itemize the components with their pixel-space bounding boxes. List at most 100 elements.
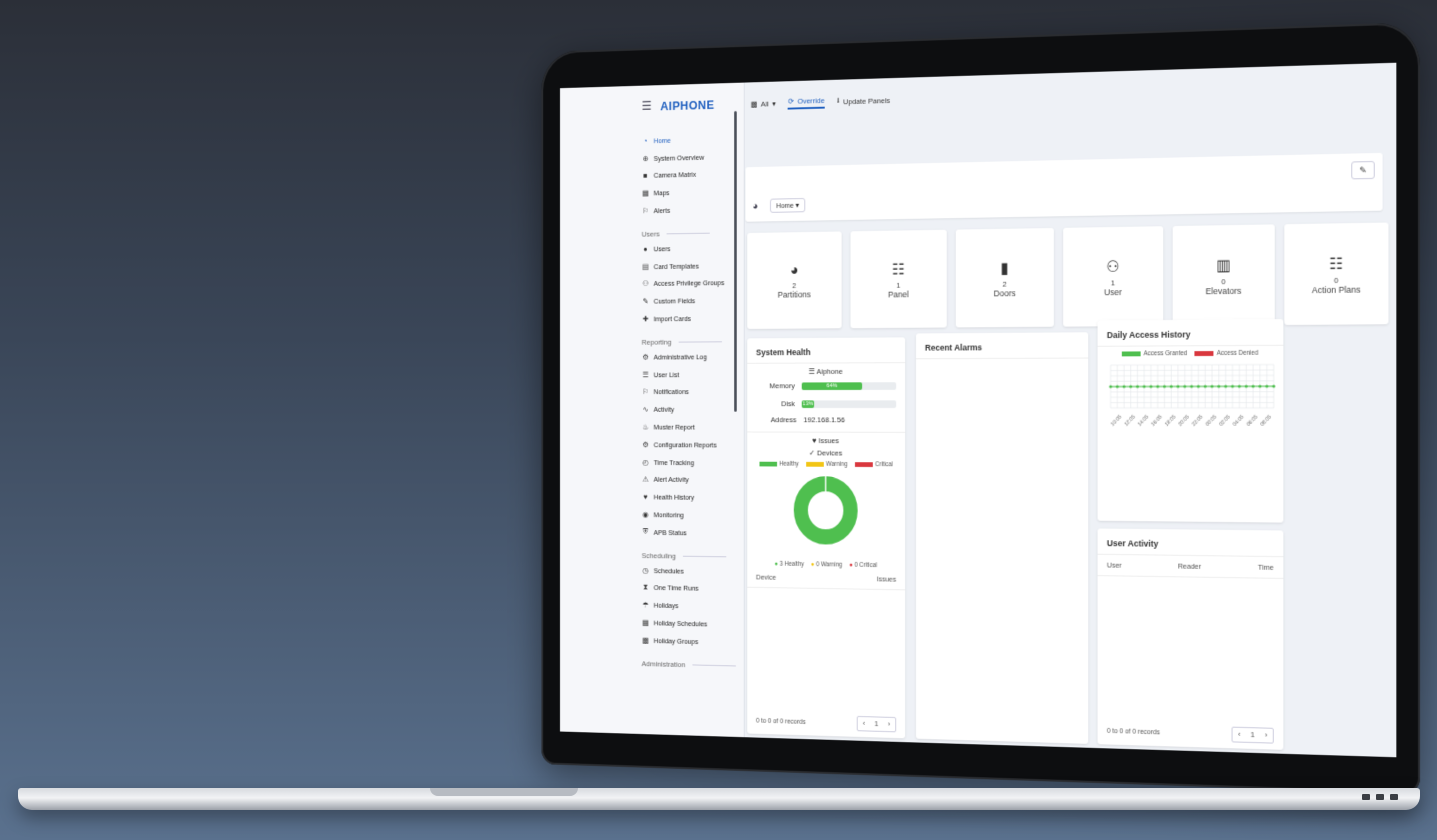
sidebar-item-apb-status[interactable]: ⛨ APB Status — [642, 523, 744, 542]
stat-card-partitions[interactable]: ◕ 2 Partitions — [747, 231, 842, 329]
data-point[interactable] — [1142, 384, 1146, 389]
sidebar-item-users[interactable]: ● Users — [642, 239, 744, 258]
sidebar-item-administrative-log[interactable]: ⚙ Administrative Log — [642, 348, 744, 366]
data-point[interactable] — [1156, 384, 1160, 389]
data-point[interactable] — [1109, 385, 1113, 389]
sidebar-item-monitoring[interactable]: ◉ Monitoring — [642, 506, 744, 525]
sidebar-item-system-overview[interactable]: ⊕ System Overview — [642, 147, 744, 167]
sidebar-item-health-history[interactable]: ♥ Health History — [642, 488, 744, 506]
hamburger-icon[interactable]: ☰ — [642, 98, 652, 113]
page-number[interactable]: 1 — [1246, 728, 1259, 742]
data-point[interactable] — [1237, 384, 1241, 388]
data-point[interactable] — [1176, 384, 1180, 389]
data-point[interactable] — [1230, 384, 1235, 388]
data-point[interactable] — [1203, 384, 1207, 388]
sidebar-item-one-time-runs[interactable]: ⧗ One Time Runs — [642, 579, 744, 598]
sidebar-item-activity[interactable]: ∿ Activity — [642, 401, 744, 419]
data-point[interactable] — [1272, 384, 1276, 388]
devices-row[interactable]: ✓ Devices — [747, 448, 905, 458]
sidebar-item-user-list[interactable]: ☰ User List — [642, 365, 744, 383]
data-point[interactable] — [1217, 384, 1221, 388]
device-table-header: Device Issues — [747, 566, 906, 591]
stat-card-user[interactable]: ⚇ 1 User — [1063, 226, 1164, 327]
data-point[interactable] — [1251, 384, 1255, 388]
data-point[interactable] — [1115, 385, 1119, 389]
stat-value: 1 — [896, 280, 901, 290]
prev-page-button[interactable]: ‹ — [858, 717, 871, 731]
x-tick-label: 12:05 — [1123, 414, 1136, 428]
calendar-icon: ▦ — [642, 618, 649, 628]
sidebar-item-label: Maps — [653, 188, 670, 198]
sidebar-item-camera-matrix[interactable]: ■ Camera Matrix — [642, 165, 744, 185]
next-page-button[interactable]: › — [1259, 728, 1272, 742]
stat-card-panel[interactable]: ☷ 1 Panel — [850, 229, 947, 329]
home-dropdown-label: Home — [776, 201, 794, 210]
sidebar-item-label: Activity — [653, 405, 675, 414]
sidebar-item-alerts[interactable]: ⚐ Alerts — [642, 200, 744, 219]
sidebar-item-label: Holidays — [653, 601, 679, 611]
refresh-icon: ⟳ — [788, 96, 794, 106]
brand: ☰ AIPHONE — [642, 96, 744, 114]
x-tick-label: 04:05 — [1232, 414, 1246, 428]
column-header[interactable]: Time — [1258, 563, 1274, 572]
stat-card-doors[interactable]: ▮ 2 Doors — [955, 227, 1054, 328]
next-page-button[interactable]: › — [883, 718, 896, 732]
umbrella-beach-icon: ☂ — [642, 601, 649, 610]
data-point[interactable] — [1265, 384, 1269, 388]
all-dropdown[interactable]: ▩ All ▾ — [751, 99, 776, 108]
sidebar-item-custom-fields[interactable]: ✎ Custom Fields — [642, 292, 744, 311]
sidebar-item-holiday-groups[interactable]: ▩ Holiday Groups — [642, 631, 744, 651]
data-point[interactable] — [1190, 384, 1194, 389]
sidebar-item-configuration-reports[interactable]: ⚙ Configuration Reports — [642, 436, 744, 454]
prev-page-button[interactable]: ‹ — [1233, 728, 1246, 742]
stat-card-elevators[interactable]: ▥ 0 Elevators — [1172, 224, 1275, 326]
stat-value: 1 — [1110, 278, 1116, 287]
sidebar-item-label: Home — [653, 136, 671, 145]
data-point[interactable] — [1122, 385, 1126, 389]
user-plus-icon: ✚ — [642, 314, 649, 324]
column-header[interactable]: Reader — [1178, 562, 1201, 571]
hourglass-icon: ⧗ — [643, 583, 648, 592]
column-header[interactable]: Issues — [877, 575, 896, 584]
sidebar-item-import-cards[interactable]: ✚ Import Cards — [642, 309, 744, 327]
override-button[interactable]: ⟳ Override — [788, 95, 825, 110]
data-point[interactable] — [1258, 384, 1262, 388]
sidebar-item-muster-report[interactable]: ♨ Muster Report — [642, 418, 744, 436]
fire-icon: ♨ — [642, 422, 649, 432]
system-health-panel: System Health ☰ Aiphone Memory 64% Disk … — [747, 337, 906, 739]
column-header[interactable]: User — [1107, 561, 1122, 570]
sidebar-item-holidays[interactable]: ☂ Holidays — [642, 596, 744, 615]
stat-label: Panel — [888, 289, 909, 299]
sidebar-item-schedules[interactable]: ◷ Schedules — [642, 561, 744, 580]
page-number[interactable]: 1 — [870, 717, 883, 731]
edit-dashboard-button[interactable]: ✎ — [1351, 160, 1375, 180]
sidebar-item-holiday-schedules[interactable]: ▦ Holiday Schedules — [642, 614, 744, 634]
data-point[interactable] — [1169, 384, 1173, 389]
address-row: Address 192.168.1.56 — [747, 416, 905, 425]
sidebar-item-maps[interactable]: ▦ Maps — [642, 183, 744, 203]
stat-card-action-plans[interactable]: ☷ 0 Action Plans — [1284, 222, 1389, 326]
data-point[interactable] — [1183, 384, 1187, 389]
sidebar-item-notifications[interactable]: ⚐ Notifications — [642, 383, 744, 401]
data-point[interactable] — [1149, 384, 1153, 389]
data-point[interactable] — [1129, 384, 1133, 389]
sidebar-item-access-privilege-groups[interactable]: ⚇ Access Privilege Groups — [642, 274, 744, 293]
address-label: Address — [770, 415, 797, 425]
sidebar-item-card-templates[interactable]: ▤ Card Templates — [642, 256, 744, 275]
column-header[interactable]: Device — [756, 573, 776, 582]
sidebar-item-alert-activity[interactable]: ⚠ Alert Activity — [642, 471, 744, 489]
data-point[interactable] — [1210, 384, 1214, 388]
data-point[interactable] — [1244, 384, 1248, 388]
sidebar-item-label: Holiday Groups — [653, 636, 699, 646]
data-point[interactable] — [1196, 384, 1200, 389]
issues-row[interactable]: ♥ Issues — [747, 431, 906, 446]
data-point[interactable] — [1162, 384, 1166, 389]
data-point[interactable] — [1224, 384, 1228, 388]
sidebar-item-label: APB Status — [653, 528, 687, 537]
data-point[interactable] — [1135, 384, 1139, 389]
sidebar-item-time-tracking[interactable]: ◴ Time Tracking — [642, 453, 744, 471]
home-dropdown[interactable]: Home ▾ — [770, 198, 806, 213]
update-panels-button[interactable]: ⭳ Update Panels — [837, 93, 890, 108]
sidebar-scrollbar[interactable] — [734, 110, 737, 412]
sidebar-item-label: Holiday Schedules — [653, 618, 708, 629]
